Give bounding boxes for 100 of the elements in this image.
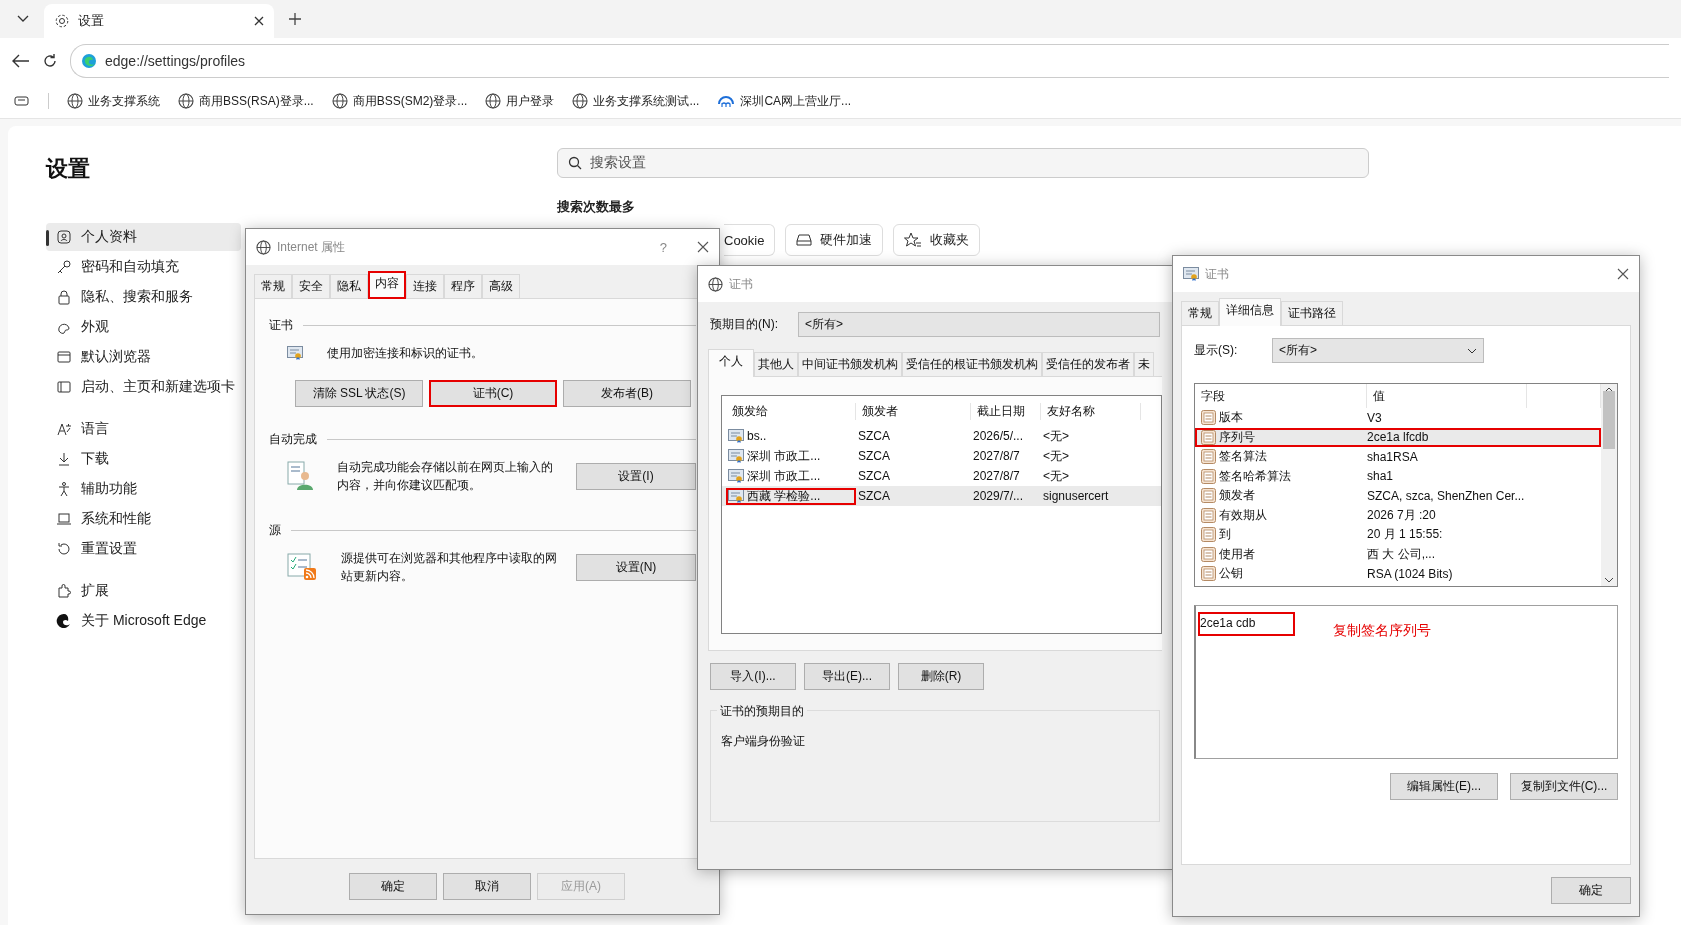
dialog-tab[interactable]: 隐私 <box>330 274 368 298</box>
dialog-button[interactable]: 编辑属性(E)... <box>1390 773 1498 800</box>
dialog-tab[interactable]: 受信任的根证书颁发机构 <box>902 352 1042 376</box>
dialog-tab[interactable]: 常规 <box>1181 301 1219 325</box>
dialog-button[interactable]: 取消 <box>443 873 531 900</box>
bookmark[interactable]: 用户登录 <box>485 92 555 110</box>
dialog-tab[interactable]: 受信任的发布者 <box>1042 352 1134 376</box>
nav-item[interactable]: 扩展 <box>46 577 241 605</box>
dialog-tab[interactable]: 其他人 <box>754 352 798 376</box>
nav-item[interactable]: 隐私、搜索和服务 <box>46 283 241 311</box>
column-header[interactable]: 友好名称 <box>1041 402 1141 420</box>
dialog-tab[interactable]: 未 <box>1134 352 1154 376</box>
dialog-title: 证书 <box>729 275 753 293</box>
settings-button[interactable]: 设置(I) <box>576 462 696 490</box>
close-icon[interactable] <box>697 241 709 253</box>
field-row[interactable]: 颁发者 SZCA, szca, ShenZhen Cer... <box>1195 486 1601 506</box>
dialog-button[interactable]: 导出(E)... <box>804 663 890 690</box>
dialog-tab[interactable]: 详细信息 <box>1219 298 1281 326</box>
ok-button[interactable]: 确定 <box>1551 877 1631 904</box>
table-cell-text: <无> <box>1042 447 1070 465</box>
back-icon[interactable] <box>12 54 30 68</box>
nav-item[interactable]: 关于 Microsoft Edge <box>46 607 241 635</box>
dialog-tab[interactable]: 个人 <box>708 349 754 377</box>
value-field[interactable]: 2ce1a cdb 复制签名序列号 <box>1194 605 1618 759</box>
certificate-row[interactable]: bs.. SZCA 2026/5/... <无> <box>722 426 1161 446</box>
dialog-tab[interactable]: 高级 <box>482 274 520 298</box>
purpose-dropdown[interactable]: <所有> <box>798 312 1160 337</box>
certificate-row[interactable]: 西藏 学检验... SZCA 2029/7/... signusercert <box>722 486 1161 506</box>
dialog-tab[interactable]: 内容 <box>368 271 406 299</box>
address-bar[interactable]: edge://settings/profiles <box>70 44 1669 78</box>
download-icon <box>56 451 72 467</box>
dialog-button[interactable]: 删除(R) <box>898 663 984 690</box>
scrollbar[interactable] <box>1601 384 1617 586</box>
field-row[interactable]: 版本 V3 <box>1195 408 1601 428</box>
shortcut-chip[interactable]: Cookie <box>724 224 776 256</box>
collections-icon[interactable] <box>14 94 30 108</box>
dialog-tab[interactable]: 程序 <box>444 274 482 298</box>
scrollbar-thumb[interactable] <box>1603 391 1615 449</box>
dialog-tab[interactable]: 连接 <box>406 274 444 298</box>
show-dropdown[interactable]: <所有> <box>1272 338 1484 363</box>
nav-item[interactable]: 个人资料 <box>46 223 241 251</box>
column-header[interactable]: 颁发者 <box>856 402 971 420</box>
bookmark[interactable]: 深圳CA网上营业厅... <box>717 92 852 110</box>
document-icon <box>1201 429 1216 445</box>
field-row[interactable]: 签名哈希算法 sha1 <box>1195 466 1601 486</box>
dialog-button[interactable]: 复制到文件(C)... <box>1510 773 1618 800</box>
nav-item[interactable]: 默认浏览器 <box>46 343 241 371</box>
nav-item[interactable]: 语言 <box>46 415 241 443</box>
close-icon[interactable] <box>254 16 264 26</box>
dialog-button[interactable]: 证书(C) <box>429 380 557 407</box>
nav-item[interactable]: 外观 <box>46 313 241 341</box>
certificate-row[interactable]: 深圳 市政工... SZCA 2027/8/7 <无> <box>722 466 1161 486</box>
nav-item[interactable]: 辅助功能 <box>46 475 241 503</box>
nav-item[interactable]: 系统和性能 <box>46 505 241 533</box>
chevron-down-icon[interactable] <box>1604 577 1614 583</box>
close-icon[interactable] <box>1617 268 1629 280</box>
search-field[interactable]: 搜索设置 <box>557 148 1369 178</box>
shortcut-chip[interactable]: 收藏夹 <box>893 224 981 256</box>
field-row[interactable]: 公钥 RSA (1024 Bits) <box>1195 564 1601 584</box>
reload-icon[interactable] <box>42 53 58 69</box>
chevron-down-icon <box>1467 347 1477 354</box>
column-header[interactable]: 字段 <box>1195 384 1367 408</box>
help-button[interactable]: ? <box>659 239 667 255</box>
table-cell-text: 2029/7/... <box>972 489 1025 503</box>
shortcut-chip[interactable]: 硬件加速 <box>785 224 884 256</box>
dialog-tab[interactable]: 中间证书颁发机构 <box>798 352 902 376</box>
bookmark[interactable]: 商用BSS(SM2)登录... <box>331 92 468 110</box>
field-row[interactable]: 签名算法 sha1RSA <box>1195 447 1601 467</box>
column-header[interactable]: 截止日期 <box>971 402 1041 420</box>
dialog-button[interactable]: 导入(I)... <box>710 663 796 690</box>
field-row[interactable]: 有效期从 2026 7月 :20 <box>1195 505 1601 525</box>
bookmark[interactable]: 商用BSS(RSA)登录... <box>178 92 314 110</box>
nav-item[interactable]: 密码和自动填充 <box>46 253 241 281</box>
profile-icon <box>56 229 72 245</box>
certificate-row[interactable]: 深圳 市政工... SZCA 2027/8/7 <无> <box>722 446 1161 466</box>
bookmark[interactable]: 业务支撑系统 <box>67 92 160 110</box>
dialog-tab[interactable]: 证书路径 <box>1281 301 1343 325</box>
dialog-button[interactable]: 发布者(B) <box>563 380 691 407</box>
form-person-icon <box>287 461 313 491</box>
table-cell: 西藏 学检验... <box>726 487 856 505</box>
dialog-tab[interactable]: 安全 <box>292 274 330 298</box>
dialog-button[interactable]: 确定 <box>349 873 437 900</box>
nav-item[interactable]: 重置设置 <box>46 535 241 563</box>
field-value: 20 月 1 15:55: <box>1367 526 1444 544</box>
certificate-icon <box>1183 267 1199 281</box>
field-row[interactable]: 使用者 西 大 公司,... <box>1195 544 1601 564</box>
nav-item[interactable]: 下载 <box>46 445 241 473</box>
field-row[interactable]: 序列号 2ce1a lfcdb <box>1195 427 1601 447</box>
dialog-button[interactable]: 清除 SSL 状态(S) <box>295 380 423 407</box>
field-row[interactable]: 到 20 月 1 15:55: <box>1195 525 1601 545</box>
bookmark[interactable]: 业务支撑系统测试... <box>572 92 700 110</box>
column-header[interactable]: 颁发给 <box>726 402 856 420</box>
nav-item[interactable]: 启动、主页和新建选项卡 <box>46 373 241 401</box>
globe-icon <box>331 93 348 109</box>
table-cell-text: SZCA <box>857 429 891 443</box>
document-icon <box>1201 468 1216 484</box>
settings-button[interactable]: 设置(N) <box>576 553 696 581</box>
dialog-tab[interactable]: 常规 <box>254 274 292 298</box>
browser-tab[interactable]: 设置 <box>44 4 274 38</box>
column-header[interactable]: 值 <box>1367 384 1527 408</box>
